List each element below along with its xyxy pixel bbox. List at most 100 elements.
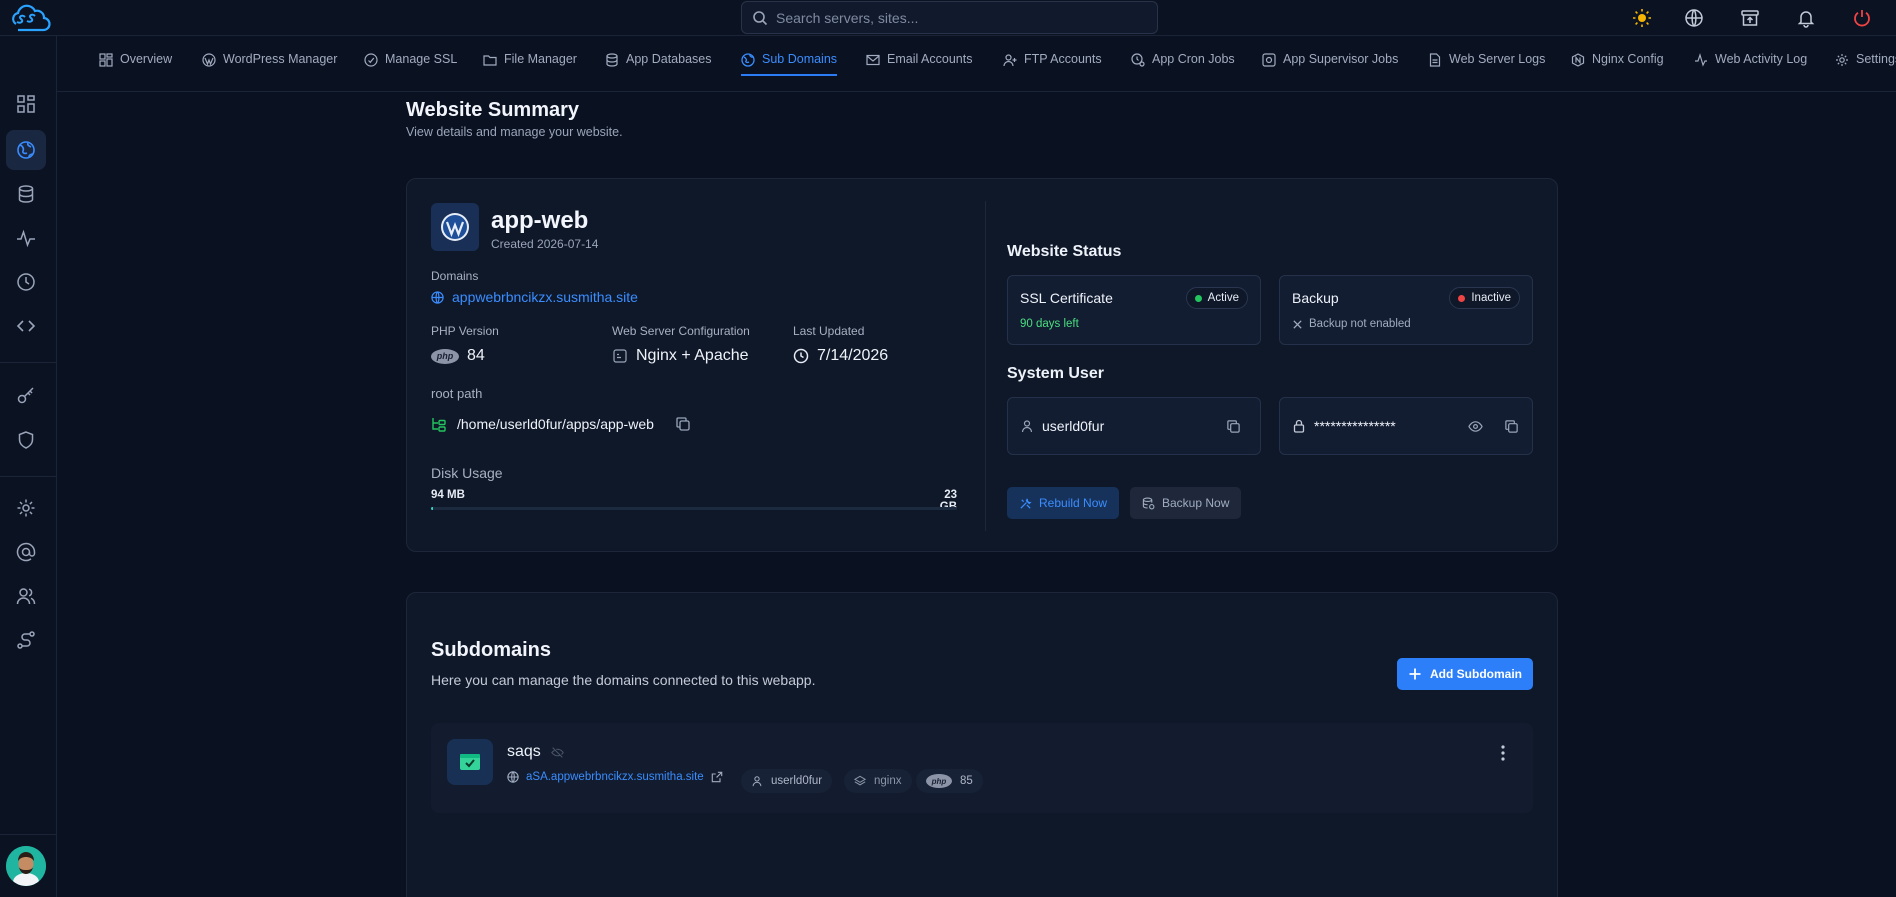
add-subdomain-button[interactable]: Add Subdomain [1397,658,1533,690]
left-sidebar [0,36,57,897]
copy-icon [676,417,690,431]
activity-icon [1695,53,1707,67]
last-updated-label: Last Updated [793,324,865,338]
bell-icon[interactable] [1794,6,1818,30]
tab-overview[interactable]: Overview [99,52,172,84]
disk-usage-bar [431,507,957,510]
tab-label: Nginx Config [1592,52,1664,66]
backup-status-badge: Inactive [1449,287,1520,309]
disk-usage-fill [431,507,434,510]
primary-domain-link[interactable]: appwebrbncikzx.susmitha.site [431,289,638,305]
at-sign-icon[interactable] [6,532,46,572]
tab-nginx-config[interactable]: Nginx Config [1571,52,1664,84]
user-plus-icon [1003,54,1017,67]
tab-ftp-accounts[interactable]: FTP Accounts [1003,52,1102,84]
key-icon[interactable] [6,376,46,416]
folder-icon [483,55,497,66]
tab-app-supervisor-jobs[interactable]: App Supervisor Jobs [1262,52,1398,84]
backup-now-button[interactable]: Backup Now [1130,487,1242,519]
wordpress-logo-icon [431,203,479,251]
ssl-label: SSL Certificate [1020,290,1113,306]
eye-icon [1467,420,1483,432]
avatar[interactable] [6,846,46,886]
tab-wordpress-manager[interactable]: WordPress Manager [202,52,337,84]
database-icon [606,53,618,67]
app-created-date: Created 2026-07-14 [491,237,599,251]
root-path-row: /home/userld0fur/apps/app-web [431,413,694,435]
plus-icon [1409,668,1421,680]
activity-icon[interactable] [6,218,46,258]
websites-globe-icon[interactable] [6,130,46,170]
subdomain-user-chip: userld0fur [741,769,833,793]
copy-username-button[interactable] [1222,415,1244,437]
add-subdomain-label: Add Subdomain [1430,667,1522,681]
power-icon[interactable] [1850,6,1874,30]
tools-icon [1020,498,1032,509]
globe-icon [507,771,519,783]
subdomain-php-text: 85 [960,775,973,787]
last-updated-text: 7/14/2026 [817,347,889,364]
ssl-icon [364,53,378,67]
rebuild-now-button[interactable]: Rebuild Now [1007,487,1120,519]
tab-web-activity-log[interactable]: Web Activity Log [1694,52,1807,84]
php-version-label: PHP Version [431,324,499,338]
tab-web-server-logs[interactable]: Web Server Logs [1428,52,1545,84]
dashboard-icon[interactable] [6,84,46,124]
copy-password-button[interactable] [1500,415,1522,437]
search-input[interactable] [776,9,1136,26]
system-password-field: *************** [1279,397,1533,455]
tab-app-databases[interactable]: App Databases [605,52,711,84]
clock-icon[interactable] [6,262,46,302]
tab-email-accounts[interactable]: Email Accounts [866,52,972,84]
archive-upload-icon[interactable] [1738,6,1762,30]
users-icon[interactable] [6,576,46,616]
tab-sub-domains[interactable]: Sub Domains [741,52,838,84]
subdomain-server-chip: nginx [844,769,912,793]
backup-note-text: Backup not enabled [1309,318,1411,330]
wordpress-icon [202,53,216,67]
route-icon[interactable] [6,620,46,660]
tab-label: FTP Accounts [1024,52,1102,66]
search-icon [753,10,768,25]
tab-file-manager[interactable]: File Manager [483,52,577,84]
copy-root-path-button[interactable] [672,413,694,435]
mail-icon [866,54,880,66]
tab-label: WordPress Manager [223,52,338,66]
app-logo-icon[interactable] [8,4,52,32]
tab-label: Email Accounts [887,52,973,66]
system-username-field: userld0fur [1007,397,1261,455]
database-icon[interactable] [6,174,46,214]
gear-icon[interactable] [6,488,46,528]
tab-label: Manage SSL [385,52,458,66]
tab-label: Settings [1856,52,1896,66]
copy-icon [1504,419,1518,433]
tab-manage-ssl[interactable]: Manage SSL [364,52,457,84]
domain-text: appwebrbncikzx.susmitha.site [452,289,638,305]
tab-app-cron-jobs[interactable]: App Cron Jobs [1131,52,1235,84]
theme-sun-icon[interactable] [1630,6,1654,30]
ssl-expiry-text: 90 days left [1020,318,1079,330]
subdomain-name-text: saqs [507,743,541,760]
ssl-status-card: SSL Certificate Active 90 days left [1007,275,1261,345]
domains-label: Domains [431,269,479,283]
grid-icon [99,53,113,67]
tab-label: App Databases [626,52,712,66]
nginx-icon [1571,53,1585,67]
show-password-button[interactable] [1464,415,1486,437]
more-vertical-icon[interactable] [1495,743,1511,763]
php-version-text: 84 [467,347,485,364]
subdomain-link[interactable]: aSA.appwebrbncikzx.susmitha.site [507,771,723,783]
ssl-status-badge: Active [1185,287,1248,309]
tab-label: Web Server Logs [1449,52,1546,66]
app-name: app-web [491,207,589,234]
ssl-expiry: 90 days left [1020,318,1079,330]
user-icon [1021,420,1033,433]
list-item: saqs aSA.appwebrbncikzx.susmitha.site us… [431,723,1533,813]
globe-icon[interactable] [1682,6,1706,30]
tab-settings[interactable]: Settings [1835,52,1896,84]
shield-icon[interactable] [6,420,46,460]
global-search[interactable] [741,1,1158,34]
code-icon[interactable] [6,306,46,346]
web-server-value: Nginx + Apache [612,347,749,365]
tab-label: File Manager [504,52,577,66]
